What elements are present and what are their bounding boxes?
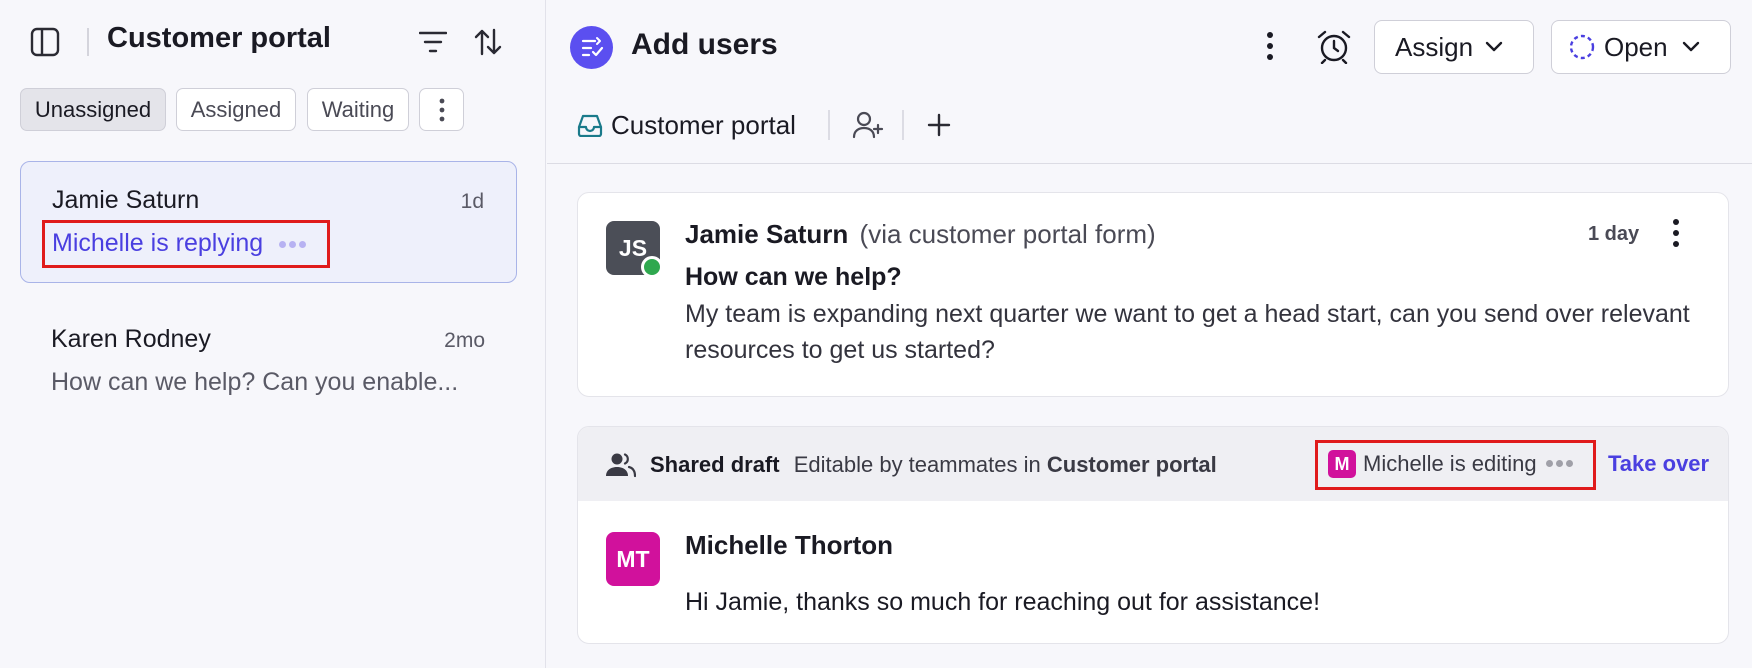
inbox-icon (577, 114, 603, 137)
more-options-icon[interactable] (1250, 26, 1290, 66)
snooze-alarm-icon[interactable] (1314, 26, 1354, 66)
inbox-tab-label: Customer portal (611, 109, 796, 140)
shared-draft-card: Shared draft Editable by teammates in Cu… (577, 426, 1729, 644)
conversation-sidebar: Customer portal Unassigned Assigned Wait… (0, 0, 546, 668)
conversation-name: Karen Rodney (51, 325, 211, 353)
sender-channel: (via customer portal form) (859, 219, 1156, 249)
conversation-time: 2mo (444, 329, 485, 352)
add-icon[interactable] (919, 105, 959, 145)
highlight-box (42, 220, 330, 268)
toolbar-divider (828, 110, 830, 140)
inbox-title: Customer portal (107, 22, 331, 54)
draft-body[interactable]: Hi Jamie, thanks so much for reaching ou… (685, 588, 1320, 617)
inbox-tab[interactable]: Customer portal (576, 105, 796, 145)
message-more-icon[interactable] (1656, 213, 1696, 253)
sender-name: Jamie Saturn (685, 219, 849, 249)
team-icon (606, 453, 636, 478)
open-status-icon (1569, 34, 1595, 60)
conversation-item[interactable]: Karen Rodney 2mo How can we help? Can yo… (20, 301, 517, 423)
draft-author: Michelle Thorton (685, 530, 893, 560)
chevron-down-icon (1682, 41, 1699, 52)
toggle-sidebar-icon[interactable] (25, 22, 65, 62)
conversation-type-icon (570, 26, 613, 69)
author-avatar: MT (606, 532, 660, 586)
assign-dropdown[interactable]: Assign (1374, 20, 1534, 74)
filter-unassigned[interactable]: Unassigned (20, 88, 166, 131)
filter-icon[interactable] (413, 22, 453, 62)
sort-icon[interactable] (468, 22, 508, 62)
draft-info: Shared draft Editable by teammates in Cu… (650, 452, 1217, 478)
message-card: JS Jamie Saturn (via customer portal for… (577, 192, 1729, 397)
draft-label: Shared draft (650, 452, 780, 477)
conversation-time: 1d (460, 190, 484, 213)
conversation-name: Jamie Saturn (52, 186, 200, 214)
message-body: My team is expanding next quarter we wan… (685, 300, 1690, 364)
conversation-preview: How can we help? Can you enable... (51, 368, 459, 396)
status-label: Open (1604, 31, 1668, 62)
message-header: Jamie Saturn (via customer portal form) (685, 219, 1156, 250)
status-dropdown[interactable]: Open (1551, 20, 1731, 74)
message-subject: How can we help? (685, 263, 902, 291)
draft-inbox-name: Customer portal (1046, 452, 1217, 477)
more-filters-button[interactable] (419, 88, 464, 131)
assign-label: Assign (1395, 31, 1474, 62)
conversation-toolbar: Customer portal (547, 96, 1752, 164)
take-over-link[interactable]: Take over (1608, 451, 1709, 477)
online-status-icon (641, 256, 663, 278)
toolbar-divider (902, 110, 904, 140)
conversation-title: Add users (631, 28, 778, 61)
draft-editable-text: Editable by teammates in (793, 452, 1041, 477)
more-vertical-icon (439, 98, 444, 121)
highlight-box (1315, 440, 1596, 490)
chevron-down-icon (1485, 41, 1503, 52)
title-divider (87, 28, 89, 56)
filter-assigned[interactable]: Assigned (176, 88, 296, 131)
add-participant-icon[interactable] (848, 105, 888, 145)
message-time: 1 day (1588, 223, 1640, 245)
conversation-view: Add users Assign Open Customer portal JS (547, 0, 1752, 668)
filter-waiting[interactable]: Waiting (307, 88, 409, 131)
